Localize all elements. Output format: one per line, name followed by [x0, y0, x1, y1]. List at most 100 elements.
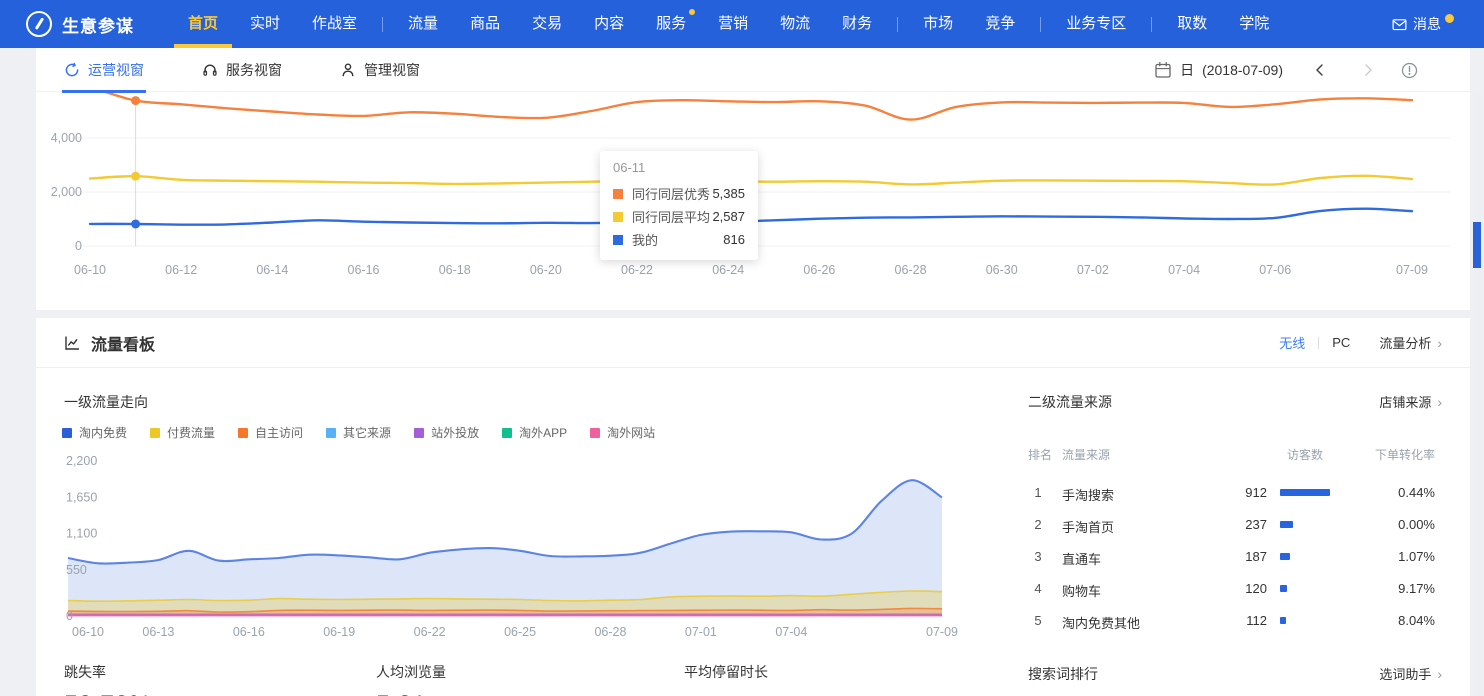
trend-legend: 淘内免费 付费流量 自主访问 其它来源 站外投放 淘外APP 淘外网站: [62, 424, 655, 441]
tooltip-series-label: 我的: [632, 230, 723, 249]
notification-dot: [689, 9, 695, 15]
source-name: 手淘首页: [1062, 517, 1114, 536]
nav-item-10[interactable]: 物流: [764, 0, 826, 48]
tooltip-row: 同行同层平均2,587: [613, 205, 745, 228]
brand[interactable]: 生意参谋: [0, 11, 134, 37]
visitors-bar: [1280, 489, 1330, 496]
scrollbar-thumb[interactable]: [1473, 222, 1481, 268]
nav-item-14[interactable]: 竞争: [969, 0, 1031, 48]
next-date-button[interactable]: [1361, 63, 1375, 77]
source-row-3[interactable]: 3直通车1871.07%: [1028, 540, 1435, 572]
shop-sources-link-inner[interactable]: 店铺来源 ›: [1379, 392, 1442, 411]
nav-divider: [1151, 17, 1152, 32]
col-conversion: 下单转化率: [1375, 446, 1435, 463]
messages-label: 消息: [1413, 14, 1441, 34]
svg-text:1,650: 1,650: [66, 490, 97, 504]
tooltip-series-value: 816: [723, 232, 745, 247]
legend-item-3[interactable]: 其它来源: [326, 424, 391, 441]
traffic-analysis-link[interactable]: 流量分析 ›: [1379, 333, 1442, 352]
chart-tooltip: 06-11 同行同层优秀5,385同行同层平均2,587我的816: [600, 151, 758, 260]
view-tabs-bar: 运营视窗 服务视窗 管理视窗 日 (2018-07-09): [36, 48, 1470, 92]
nav-item-2[interactable]: 作战室: [296, 0, 373, 48]
nav-item-9[interactable]: 营销: [702, 0, 764, 48]
col-rank: 排名: [1028, 446, 1052, 463]
traffic-board-header: 流量看板 无线 PC 流量分析 ›: [36, 318, 1470, 368]
nav-item-label: 服务: [656, 15, 686, 32]
legend-label: 付费流量: [167, 424, 215, 441]
channel-tab-wireless[interactable]: 无线: [1279, 333, 1305, 352]
series-swatch: [613, 189, 623, 199]
nav-item-8[interactable]: 服务: [640, 0, 702, 48]
source-row-5[interactable]: 5淘内免费其他1128.04%: [1028, 604, 1435, 636]
refresh-icon: [64, 62, 80, 78]
stat-pages-per-visit: 人均浏览量 5.01: [376, 662, 446, 696]
source-name: 直通车: [1062, 549, 1101, 568]
svg-text:0: 0: [66, 609, 73, 623]
legend-swatch: [502, 428, 512, 438]
view-tab-2[interactable]: 管理视窗: [340, 48, 420, 92]
nav-item-18[interactable]: 取数: [1161, 0, 1223, 48]
date-picker[interactable]: 日 (2018-07-09): [1154, 60, 1283, 80]
view-tab-1[interactable]: 服务视窗: [202, 48, 282, 92]
nav-item-label: 竞争: [985, 15, 1015, 32]
nav-item-16[interactable]: 业务专区: [1050, 0, 1142, 48]
nav-item-7[interactable]: 内容: [578, 0, 640, 48]
tooltip-series-value: 2,587: [712, 209, 745, 224]
channel-tab-pc[interactable]: PC: [1332, 335, 1350, 350]
series-swatch: [613, 212, 623, 222]
svg-text:06-28: 06-28: [895, 263, 927, 277]
chevron-left-icon: [1313, 63, 1327, 77]
svg-text:07-09: 07-09: [1396, 263, 1428, 277]
traffic-board-card: 流量看板 无线 PC 流量分析 › 一级流量走向 淘内免费付费流量自主访问其它来…: [36, 318, 1470, 696]
legend-item-1[interactable]: 付费流量: [150, 424, 215, 441]
stat-value: 59.72%: [64, 691, 152, 696]
view-tab-0[interactable]: 运营视窗: [64, 48, 144, 92]
nav-item-19[interactable]: 学院: [1223, 0, 1285, 48]
scrollbar-track[interactable]: [1473, 92, 1481, 696]
svg-text:550: 550: [66, 563, 87, 577]
nav-item-11[interactable]: 财务: [826, 0, 888, 48]
sources-title: 二级流量来源: [1028, 392, 1112, 412]
source-rank: 4: [1030, 581, 1046, 596]
legend-item-5[interactable]: 淘外APP: [502, 424, 567, 441]
source-row-2[interactable]: 2手淘首页2370.00%: [1028, 508, 1435, 540]
stat-value: 5.01: [376, 691, 446, 696]
legend-item-6[interactable]: 淘外网站: [590, 424, 655, 441]
word-helper-link-inner[interactable]: 选词助手 ›: [1379, 664, 1442, 683]
svg-text:06-13: 06-13: [142, 625, 174, 639]
nav-item-5[interactable]: 商品: [454, 0, 516, 48]
chevron-right-icon: [1361, 63, 1375, 77]
source-row-1[interactable]: 1手淘搜索9120.44%: [1028, 476, 1435, 508]
person-icon: [340, 62, 356, 78]
svg-text:07-04: 07-04: [1168, 263, 1200, 277]
source-visitors: 237: [1245, 517, 1267, 532]
view-tab-label: 服务视窗: [226, 60, 282, 80]
nav-item-0[interactable]: 首页: [172, 0, 234, 48]
view-tab-label: 管理视窗: [364, 60, 420, 80]
nav-item-1[interactable]: 实时: [234, 0, 296, 48]
source-visitors: 120: [1245, 581, 1267, 596]
source-row-4[interactable]: 4购物车1209.17%: [1028, 572, 1435, 604]
visitors-bar: [1280, 585, 1287, 592]
svg-text:06-14: 06-14: [256, 263, 288, 277]
messages-button[interactable]: 消息: [1392, 14, 1484, 34]
nav-item-6[interactable]: 交易: [516, 0, 578, 48]
nav-item-label: 营销: [718, 15, 748, 32]
chevron-right-icon: ›: [1437, 667, 1442, 681]
nav-item-label: 内容: [594, 15, 624, 32]
legend-item-0[interactable]: 淘内免费: [62, 424, 127, 441]
traffic-trend-area-chart[interactable]: 05501,1001,6502,20006-1006-1306-1606-190…: [64, 450, 989, 642]
nav-item-4[interactable]: 流量: [392, 0, 454, 48]
legend-item-4[interactable]: 站外投放: [414, 424, 479, 441]
legend-item-2[interactable]: 自主访问: [238, 424, 303, 441]
legend-label: 自主访问: [255, 424, 303, 441]
source-conversion: 1.07%: [1398, 549, 1435, 564]
svg-text:06-10: 06-10: [72, 625, 104, 639]
legend-swatch: [238, 428, 248, 438]
prev-date-button[interactable]: [1313, 63, 1327, 77]
line-chart-icon: [64, 335, 81, 351]
tooltip-series-label: 同行同层优秀: [632, 184, 712, 203]
visitors-bar: [1280, 617, 1286, 624]
info-button[interactable]: [1401, 62, 1418, 79]
nav-item-13[interactable]: 市场: [907, 0, 969, 48]
